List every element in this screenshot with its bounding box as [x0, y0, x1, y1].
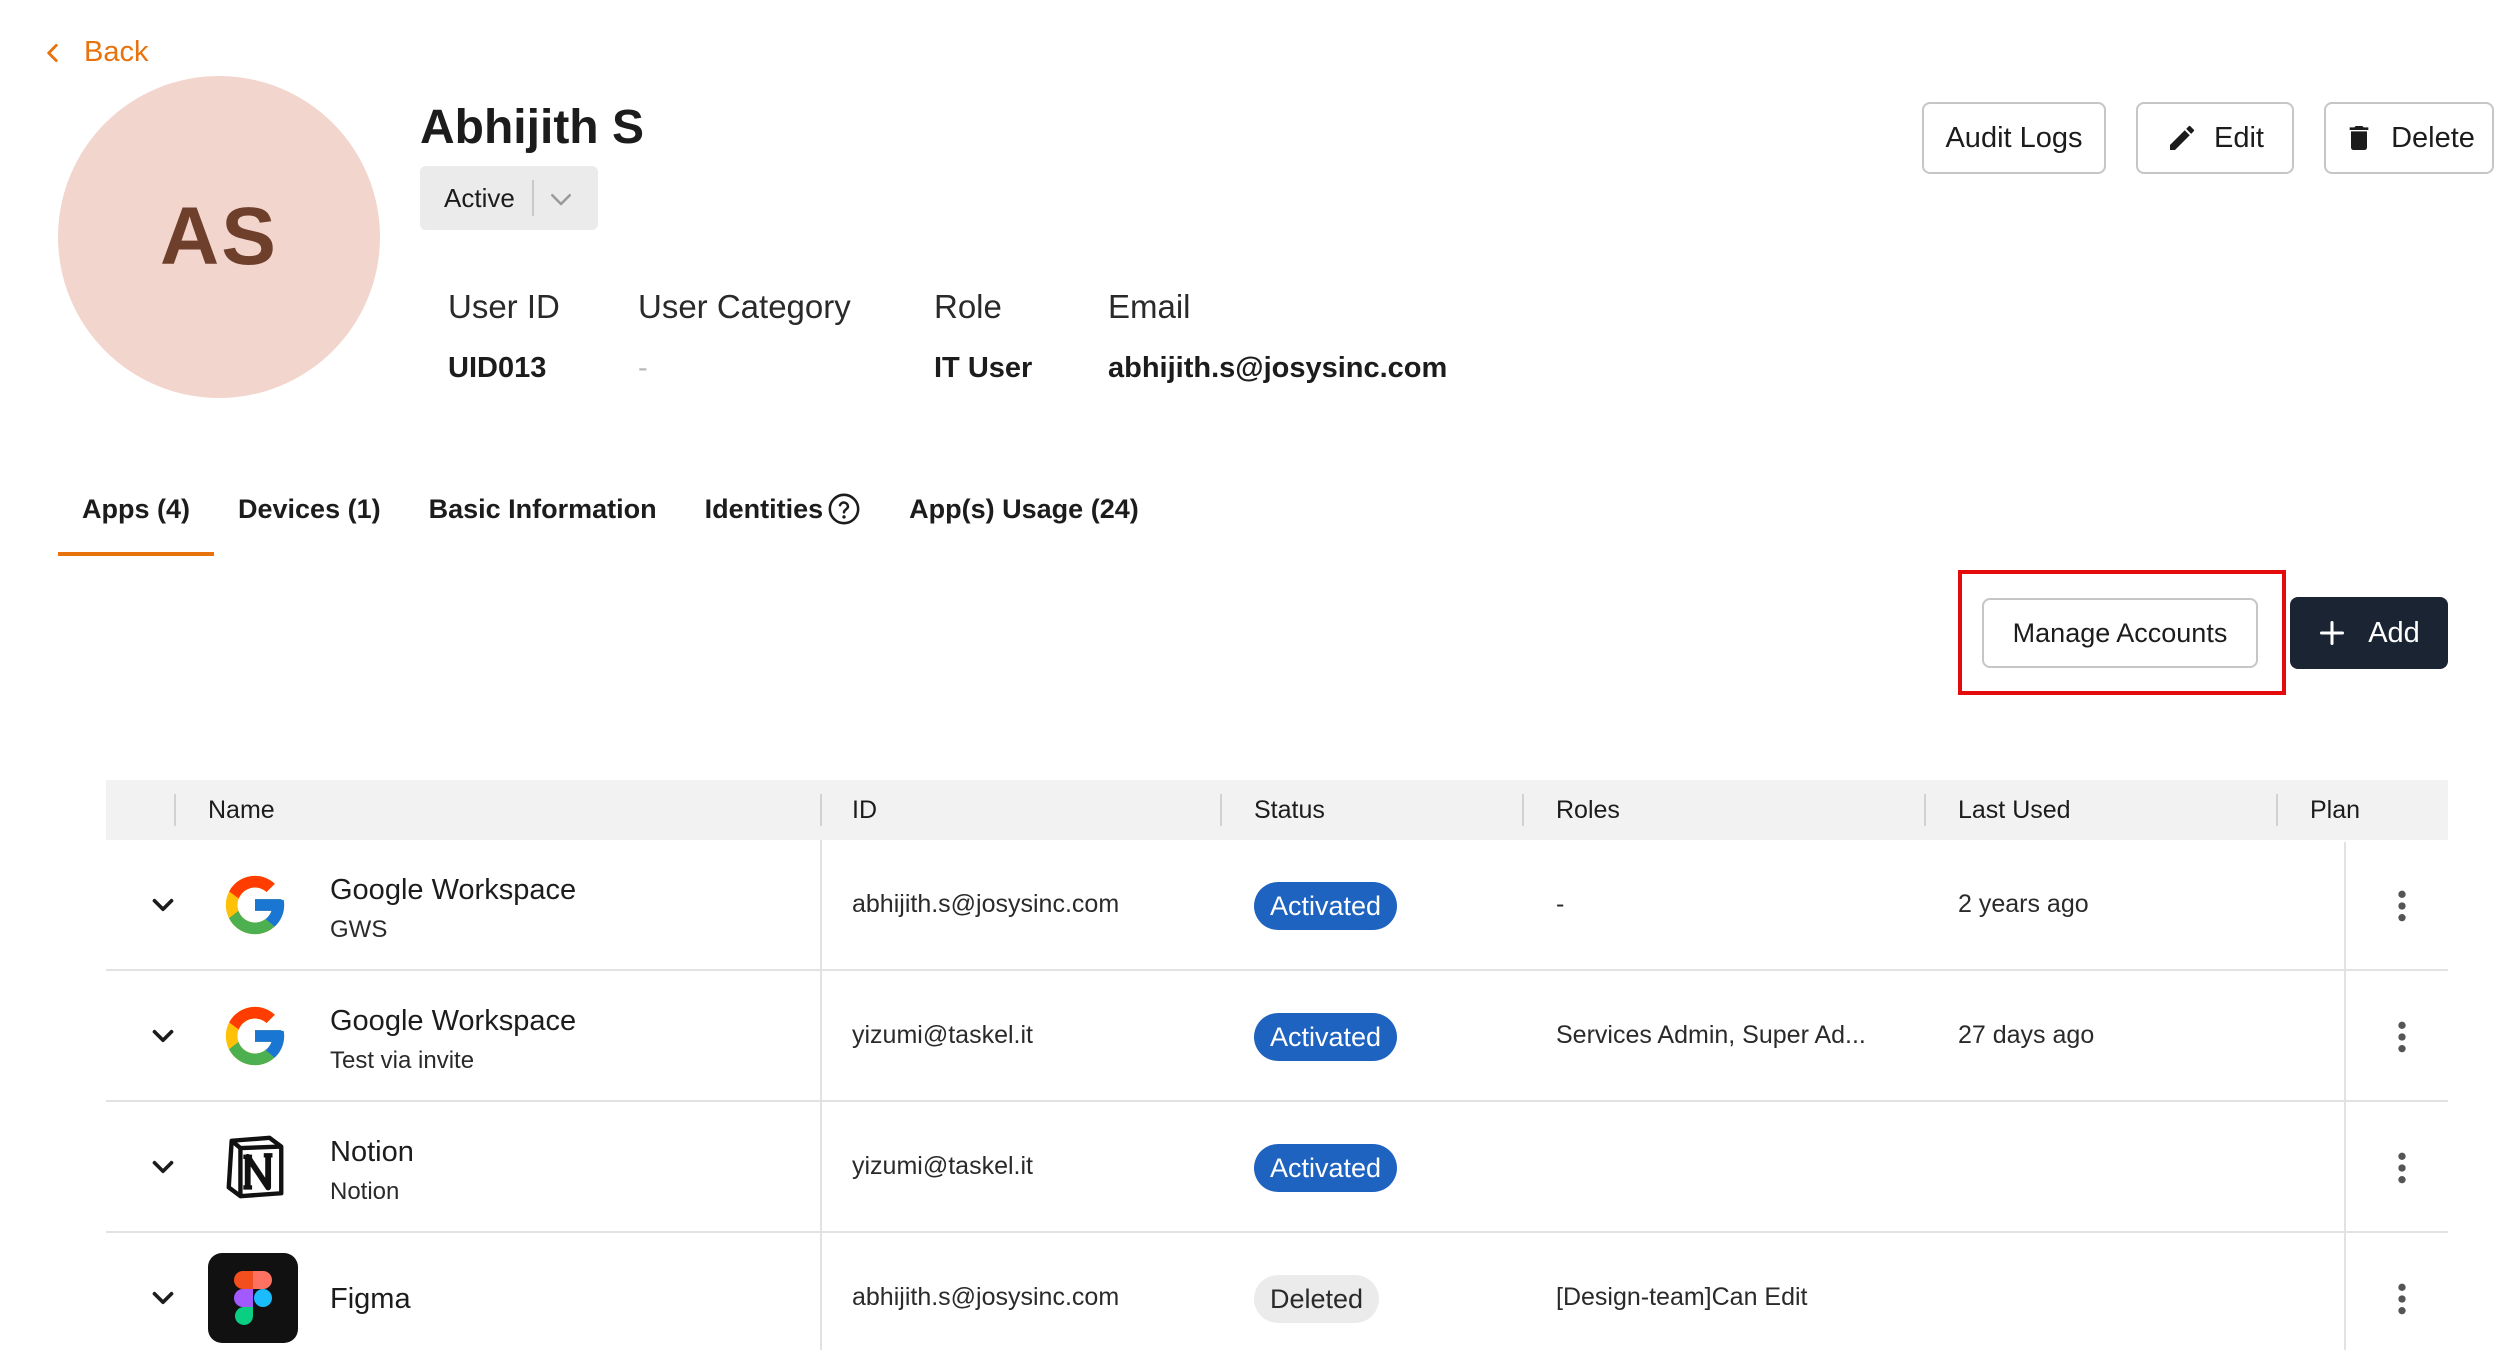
role-value: IT User — [934, 352, 1033, 384]
header-roles: Roles — [1556, 796, 1620, 824]
pencil-icon — [2170, 125, 2195, 150]
header-plan: Plan — [2310, 796, 2361, 824]
chevron-down-icon[interactable] — [146, 888, 180, 922]
roles-cell: [Design-team]Can Edit — [1556, 1283, 1808, 1311]
app-subtitle: Notion — [330, 1178, 400, 1205]
manage-accounts-label: Manage Accounts — [2012, 617, 2228, 648]
google-logo-icon — [225, 875, 285, 935]
edit-button[interactable]: Edit — [2136, 102, 2294, 174]
notion-logo-icon — [226, 1135, 284, 1199]
help-circle-icon[interactable] — [827, 492, 861, 526]
tab-devices[interactable]: Devices (1) — [214, 480, 405, 556]
last-used-cell: 2 years ago — [1958, 890, 2089, 918]
user-id-label: User ID — [448, 288, 560, 325]
account-id: yizumi@taskel.it — [852, 1021, 1033, 1049]
add-label: Add — [2368, 616, 2420, 649]
status-badge: Deleted — [1254, 1275, 1380, 1323]
app-subtitle: Test via invite — [330, 1047, 475, 1074]
edit-label: Edit — [2214, 121, 2264, 154]
header-divider — [1220, 794, 1222, 826]
back-label: Back — [84, 36, 149, 68]
app-name: Google Workspace — [330, 1005, 577, 1037]
tab-bar: Apps (4) Devices (1) Basic Information I… — [58, 480, 1163, 556]
header-id: ID — [852, 796, 877, 824]
header-divider — [820, 794, 822, 826]
chevron-down-icon — [551, 194, 571, 206]
chevron-down-icon[interactable] — [146, 1150, 180, 1184]
more-vertical-icon[interactable] — [2382, 886, 2422, 926]
audit-logs-button[interactable]: Audit Logs — [1922, 102, 2106, 174]
table-row: Google Workspace GWS abhijith.s@josysinc… — [106, 840, 2448, 971]
email-label: Email — [1108, 288, 1191, 325]
status-select-divider — [532, 180, 534, 216]
status-select-value: Active — [444, 182, 515, 213]
table-row: Google Workspace Test via invite yizumi@… — [106, 971, 2448, 1102]
user-category-value: - — [638, 352, 648, 384]
google-logo-icon — [225, 1006, 285, 1066]
header-divider — [174, 794, 176, 826]
chevron-down-icon[interactable] — [146, 1019, 180, 1053]
app-name: Google Workspace — [330, 874, 577, 906]
header-divider — [1522, 794, 1524, 826]
back-link[interactable]: Back — [40, 36, 148, 69]
figma-logo-icon — [208, 1253, 298, 1343]
header-last-used: Last Used — [1958, 796, 2071, 824]
apps-table: Name ID Status Roles Last Used Plan Goog… — [106, 780, 2448, 1350]
chevron-down-icon[interactable] — [146, 1281, 180, 1315]
app-name: Notion — [330, 1136, 414, 1168]
tab-identities-label: Identities — [704, 493, 824, 524]
tab-apps-usage[interactable]: App(s) Usage (24) — [885, 480, 1163, 556]
account-id: yizumi@taskel.it — [852, 1152, 1033, 1180]
roles-cell: - — [1556, 890, 1565, 918]
table-header: Name ID Status Roles Last Used Plan — [106, 780, 2448, 840]
status-badge: Activated — [1254, 882, 1398, 930]
chevron-left-icon — [47, 43, 58, 62]
delete-label: Delete — [2391, 121, 2475, 154]
user-category-label: User Category — [638, 288, 851, 325]
manage-accounts-button[interactable]: Manage Accounts — [1982, 598, 2258, 668]
roles-cell: Services Admin, Super Ad... — [1556, 1021, 1866, 1049]
role-label: Role — [934, 288, 1002, 325]
email-value: abhijith.s@josysinc.com — [1108, 352, 1448, 384]
header-divider — [2276, 794, 2278, 826]
tab-basic-information-label: Basic Information — [428, 493, 657, 524]
app-subtitle: GWS — [330, 916, 388, 943]
avatar: AS — [58, 76, 380, 398]
avatar-initials: AS — [160, 191, 278, 282]
audit-logs-label: Audit Logs — [1945, 121, 2083, 154]
tab-identities[interactable]: Identities — [681, 480, 886, 556]
status-badge: Activated — [1254, 1144, 1398, 1192]
more-vertical-icon[interactable] — [2382, 1148, 2422, 1188]
tab-apps-label: Apps (4) — [82, 493, 190, 524]
more-vertical-icon[interactable] — [2382, 1017, 2422, 1057]
user-name: Abhijith S — [420, 101, 644, 154]
tab-devices-label: Devices (1) — [238, 493, 381, 524]
header-name: Name — [208, 796, 275, 824]
plus-icon — [2320, 620, 2345, 646]
add-button[interactable]: Add — [2290, 597, 2448, 669]
user-id-value: UID013 — [448, 352, 547, 384]
last-used-cell: 27 days ago — [1958, 1021, 2095, 1049]
tab-apps-usage-label: App(s) Usage (24) — [909, 493, 1139, 524]
table-row: Notion Notion yizumi@taskel.it Activated — [106, 1102, 2448, 1233]
table-row: Figma abhijith.s@josysinc.com Deleted [D… — [106, 1233, 2448, 1350]
header-status: Status — [1254, 796, 1325, 824]
trash-icon — [2349, 126, 2369, 150]
tab-apps[interactable]: Apps (4) — [58, 480, 214, 556]
delete-button[interactable]: Delete — [2324, 102, 2494, 174]
more-vertical-icon[interactable] — [2382, 1279, 2422, 1319]
app-name: Figma — [330, 1283, 411, 1315]
tab-basic-information[interactable]: Basic Information — [405, 480, 681, 556]
status-select[interactable]: Active — [420, 166, 598, 230]
account-id: abhijith.s@josysinc.com — [852, 890, 1120, 918]
account-id: abhijith.s@josysinc.com — [852, 1283, 1120, 1311]
status-badge: Activated — [1254, 1013, 1398, 1061]
header-divider — [1924, 794, 1926, 826]
